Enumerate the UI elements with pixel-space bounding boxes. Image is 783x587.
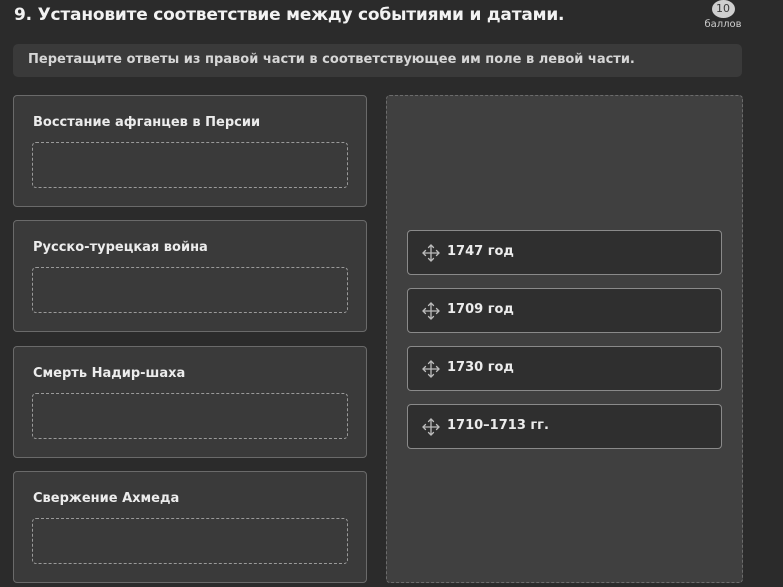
question-title: 9. Установите соответствие между события…: [14, 5, 565, 25]
answer-label: 1709 год: [447, 302, 514, 317]
drop-slot[interactable]: [32, 267, 348, 313]
event-label: Смерть Надир-шаха: [33, 366, 186, 381]
event-card: Свержение Ахмеда: [13, 471, 367, 583]
event-card: Русско-турецкая война: [13, 220, 367, 332]
answer-chip[interactable]: 1730 год: [407, 346, 722, 391]
answer-chip[interactable]: 1710–1713 гг.: [407, 404, 722, 449]
instruction-banner: Перетащите ответы из правой части в соот…: [13, 44, 742, 77]
points-value: 10: [711, 0, 735, 18]
event-card: Смерть Надир-шаха: [13, 346, 367, 458]
move-icon: [422, 244, 440, 262]
event-label: Восстание афганцев в Персии: [33, 115, 261, 130]
move-icon: [422, 418, 440, 436]
event-label: Свержение Ахмеда: [33, 491, 180, 506]
points-badge: 10 баллов: [700, 0, 746, 30]
answer-label: 1730 год: [447, 360, 514, 375]
answer-label: 1747 год: [447, 244, 514, 259]
quiz-page: 9. Установите соответствие между события…: [0, 0, 783, 587]
answer-label: 1710–1713 гг.: [447, 418, 549, 433]
event-label: Русско-турецкая война: [33, 240, 208, 255]
answer-chip[interactable]: 1709 год: [407, 288, 722, 333]
drop-slot[interactable]: [32, 393, 348, 439]
answer-pool[interactable]: [386, 95, 743, 583]
event-card: Восстание афганцев в Персии: [13, 95, 367, 207]
move-icon: [422, 302, 440, 320]
points-label: баллов: [704, 19, 742, 30]
move-icon: [422, 360, 440, 378]
drop-slot[interactable]: [32, 518, 348, 564]
answer-chip[interactable]: 1747 год: [407, 230, 722, 275]
drop-slot[interactable]: [32, 142, 348, 188]
